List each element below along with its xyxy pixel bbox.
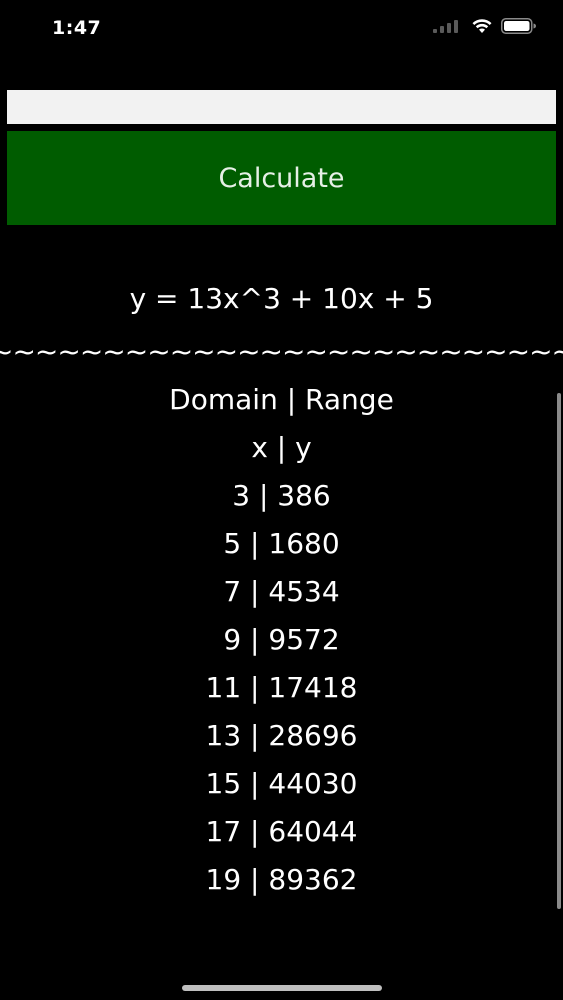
result-row: 7 | 4534 [223,575,340,608]
status-bar: 1:47 [0,0,563,60]
status-time: 1:47 [52,17,102,39]
expression-input[interactable] [7,90,556,124]
result-row: 3 | 386 [232,479,331,512]
scroll-indicator[interactable] [557,393,561,909]
result-row: 15 | 44030 [205,767,358,800]
results-header: Domain | Range [169,383,394,416]
result-row: 9 | 9572 [223,623,340,656]
result-row: 17 | 64044 [205,815,358,848]
wifi-icon [472,19,492,33]
results-list[interactable]: Domain | Range x | y 3 | 386 5 | 1680 7 … [0,380,563,915]
result-row: 19 | 89362 [205,863,358,896]
result-row: 11 | 17418 [205,671,358,704]
separator-line: ~~~~~~~~~~~~~~~~~~~~~~~~~~~~~~~~ [0,335,563,368]
result-row: 13 | 28696 [205,719,358,752]
home-indicator[interactable] [182,985,382,991]
status-icons [433,18,537,34]
cellular-signal-icon [433,20,458,33]
equation-text: y = 13x^3 + 10x + 5 [129,282,434,315]
battery-icon [501,18,536,34]
result-row: 5 | 1680 [223,527,340,560]
calculate-button[interactable]: Calculate [7,131,556,225]
results-subheader: x | y [251,431,312,464]
